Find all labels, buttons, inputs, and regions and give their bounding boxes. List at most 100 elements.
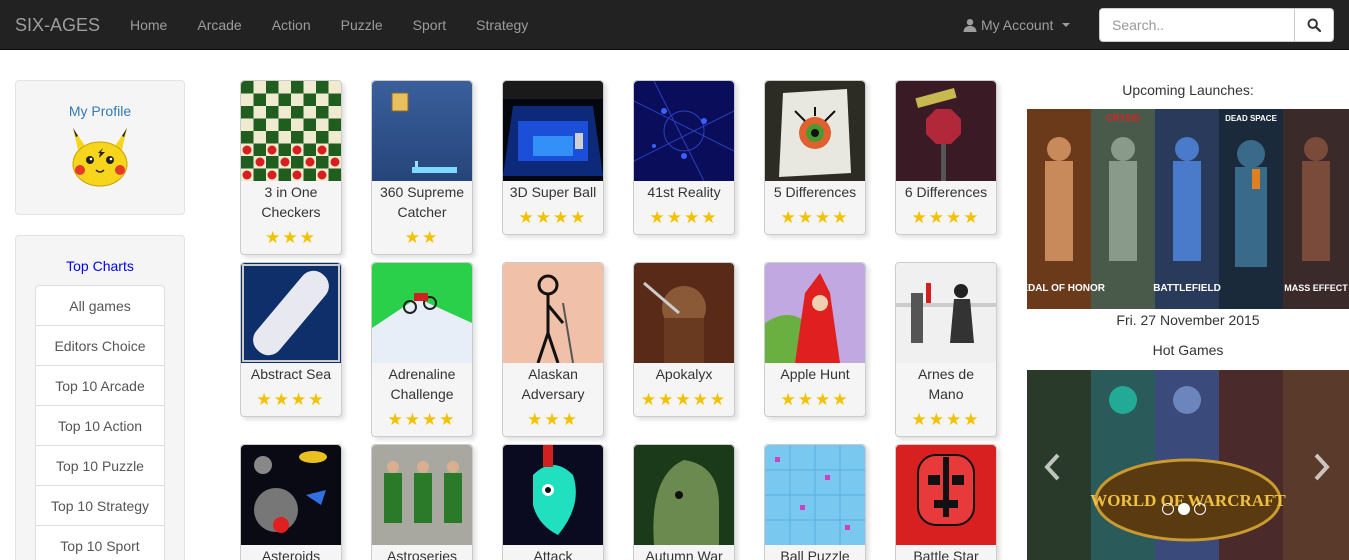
game-card[interactable]: Asteroids: [240, 444, 342, 560]
chart-top10-action[interactable]: Top 10 Action: [35, 405, 165, 446]
game-title[interactable]: Battle Star: [896, 545, 996, 560]
upcoming-launches-title: Upcoming Launches:: [1122, 82, 1254, 98]
game-thumbnail[interactable]: [372, 81, 472, 181]
nav-sport[interactable]: Sport: [398, 0, 461, 50]
my-account-label: My Account: [981, 17, 1054, 33]
carousel-dot-active[interactable]: [1178, 503, 1190, 515]
game-thumbnail[interactable]: [896, 263, 996, 363]
search-icon: [1307, 18, 1321, 32]
nav-puzzle[interactable]: Puzzle: [326, 0, 398, 50]
game-thumbnail[interactable]: [372, 263, 472, 363]
game-title[interactable]: Apokalyx: [634, 363, 734, 384]
main-nav: Home Arcade Action Puzzle Sport Strategy: [115, 0, 543, 50]
game-card[interactable]: Autumn War: [633, 444, 735, 560]
rating-stars: ★★★★: [911, 208, 981, 227]
game-thumbnail[interactable]: [634, 263, 734, 363]
game-title[interactable]: Arnes de Mano: [896, 363, 996, 404]
game-card[interactable]: Ball Puzzle: [764, 444, 866, 560]
top-charts-panel: Top Charts All games Editors Choice Top …: [15, 235, 185, 560]
rating-stars: ★★★★: [649, 208, 719, 227]
nav-arcade[interactable]: Arcade: [182, 0, 256, 50]
game-card[interactable]: 3 in One Checkers ★★★: [240, 80, 342, 255]
chart-top10-strategy[interactable]: Top 10 Strategy: [35, 485, 165, 526]
game-title[interactable]: Attack: [503, 545, 603, 560]
game-title[interactable]: 360 Supreme Catcher: [372, 181, 472, 222]
carousel-prev-icon[interactable]: [1043, 452, 1063, 482]
game-title[interactable]: 5 Differences: [765, 181, 865, 202]
nav-strategy[interactable]: Strategy: [461, 0, 543, 50]
game-card[interactable]: Abstract Sea ★★★★: [240, 262, 342, 417]
chart-top10-puzzle[interactable]: Top 10 Puzzle: [35, 445, 165, 486]
game-thumbnail[interactable]: [765, 445, 865, 545]
nav-action[interactable]: Action: [257, 0, 326, 50]
game-thumbnail[interactable]: [503, 445, 603, 545]
game-card[interactable]: 360 Supreme Catcher ★★: [371, 80, 473, 255]
chart-editors-choice[interactable]: Editors Choice: [35, 325, 165, 366]
carousel-dot[interactable]: [1194, 503, 1206, 515]
game-card[interactable]: Apple Hunt ★★★★: [764, 262, 866, 417]
game-title[interactable]: Adrenaline Challenge: [372, 363, 472, 404]
upcoming-launches-banner[interactable]: MEDAL OF HONOR CRYSIS BATTLEFIELD DEAD S…: [1027, 109, 1349, 309]
chart-top10-sport[interactable]: Top 10 Sport: [35, 525, 165, 560]
carousel-indicators: [1162, 503, 1206, 515]
carousel-dot[interactable]: [1162, 503, 1174, 515]
game-title[interactable]: 6 Differences: [896, 181, 996, 202]
search-form: [1099, 8, 1334, 42]
search-button[interactable]: [1295, 8, 1334, 42]
top-charts-title[interactable]: Top Charts: [16, 257, 184, 275]
game-title[interactable]: 41st Reality: [634, 181, 734, 202]
chart-all-games[interactable]: All games: [35, 285, 165, 326]
game-thumbnail[interactable]: [241, 81, 341, 181]
game-thumbnail[interactable]: [241, 445, 341, 545]
caret-down-icon: [1062, 23, 1071, 27]
game-thumbnail[interactable]: [372, 445, 472, 545]
game-thumbnail[interactable]: [896, 81, 996, 181]
game-card[interactable]: 41st Reality ★★★★: [633, 80, 735, 235]
pikachu-avatar-icon[interactable]: [65, 126, 135, 188]
chart-top10-arcade[interactable]: Top 10 Arcade: [35, 365, 165, 406]
game-thumbnail[interactable]: [765, 263, 865, 363]
game-title[interactable]: Abstract Sea: [241, 363, 341, 384]
hot-games-carousel[interactable]: WORLD OF WARCRAFT: [1027, 370, 1349, 560]
game-card[interactable]: 3D Super Ball ★★★★: [502, 80, 604, 235]
rating-stars: ★★★★★: [640, 390, 728, 409]
game-card[interactable]: Alaskan Adversary ★★★: [502, 262, 604, 437]
carousel-next-icon[interactable]: [1311, 452, 1331, 482]
upcoming-launch-date: Fri. 27 November 2015: [1116, 312, 1260, 328]
user-icon: [963, 19, 977, 32]
game-card[interactable]: Attack: [502, 444, 604, 560]
brand-logo[interactable]: SIX-AGES: [15, 15, 100, 35]
nav-home[interactable]: Home: [115, 0, 182, 50]
hot-games-slide[interactable]: WORLD OF WARCRAFT: [1027, 370, 1349, 560]
game-title[interactable]: Autumn War: [634, 545, 734, 560]
game-card[interactable]: 6 Differences ★★★★: [895, 80, 997, 235]
rating-stars: ★★★★: [518, 208, 588, 227]
game-thumbnail[interactable]: [634, 81, 734, 181]
game-card[interactable]: 5 Differences ★★★★: [764, 80, 866, 235]
game-thumbnail[interactable]: [503, 263, 603, 363]
upcoming-game-title: MEDAL OF HONOR: [1027, 283, 1106, 294]
game-title[interactable]: Astroseries: [372, 545, 472, 560]
game-title[interactable]: Apple Hunt: [765, 363, 865, 384]
game-title[interactable]: 3D Super Ball: [503, 181, 603, 202]
game-card[interactable]: Apokalyx ★★★★★: [633, 262, 735, 417]
game-thumbnail[interactable]: [896, 445, 996, 545]
game-thumbnail[interactable]: [503, 81, 603, 181]
game-card[interactable]: Adrenaline Challenge ★★★★: [371, 262, 473, 437]
search-input[interactable]: [1099, 8, 1295, 42]
game-title[interactable]: 3 in One Checkers: [241, 181, 341, 222]
game-title[interactable]: Asteroids: [241, 545, 341, 560]
game-card[interactable]: Battle Star: [895, 444, 997, 560]
my-account-dropdown[interactable]: My Account: [963, 15, 1071, 35]
game-thumbnail[interactable]: [241, 263, 341, 363]
game-title[interactable]: Alaskan Adversary: [503, 363, 603, 404]
game-title[interactable]: Ball Puzzle: [765, 545, 865, 560]
game-card[interactable]: Astroseries: [371, 444, 473, 560]
my-profile-link[interactable]: My Profile: [16, 102, 184, 120]
hot-games-title: Hot Games: [1152, 342, 1224, 358]
upcoming-game-title: BATTLEFIELD: [1153, 283, 1221, 294]
game-thumbnail[interactable]: [634, 445, 734, 545]
game-thumbnail[interactable]: [765, 81, 865, 181]
top-navbar: SIX-AGES Home Arcade Action Puzzle Sport…: [0, 0, 1349, 50]
game-card[interactable]: Arnes de Mano ★★★★: [895, 262, 997, 437]
